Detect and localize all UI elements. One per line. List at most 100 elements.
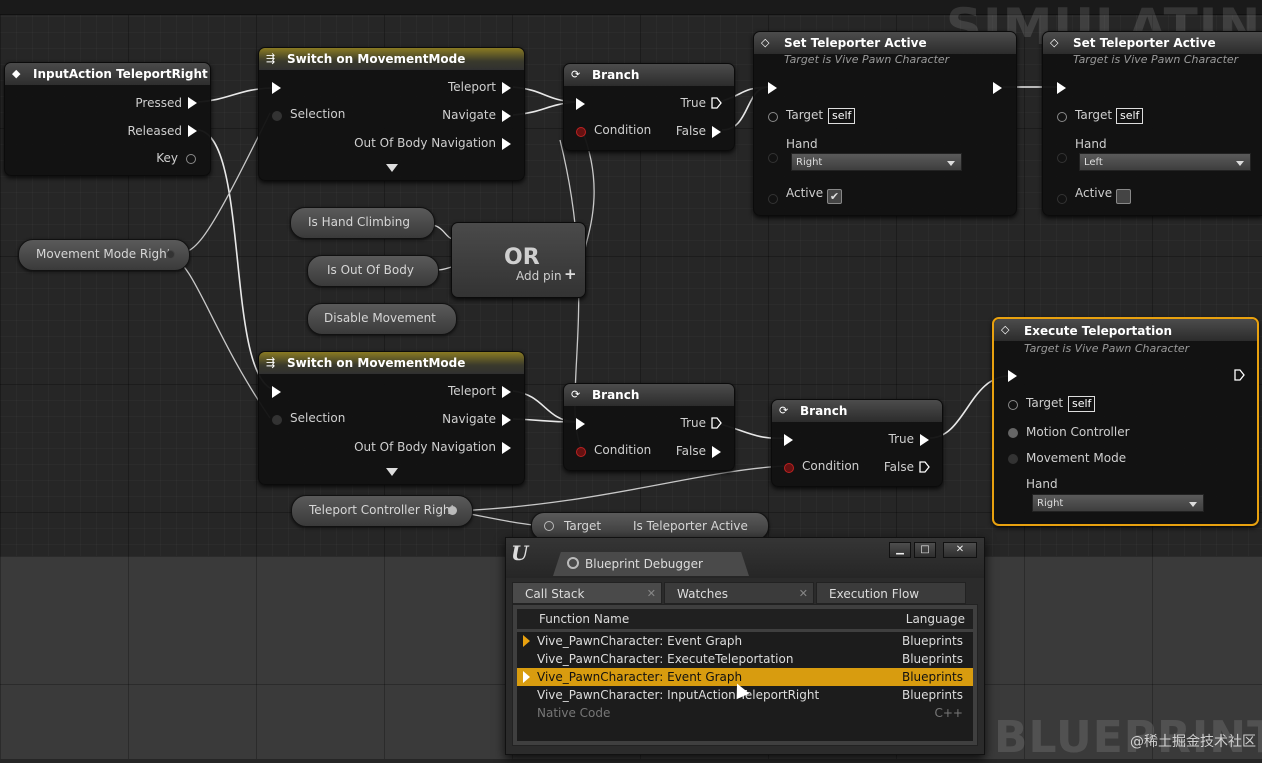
debugger-window-tab[interactable]: Blueprint Debugger bbox=[553, 552, 749, 576]
true-pin-label: True bbox=[680, 96, 707, 110]
top-toolbar-strip bbox=[0, 0, 1262, 15]
function-name-cell: Native Code bbox=[537, 706, 611, 720]
tab-call-stack[interactable]: Call Stack ✕ bbox=[512, 582, 662, 604]
language-cell: Blueprints bbox=[901, 670, 963, 684]
true-exec-pin[interactable] bbox=[711, 417, 722, 429]
branch-node-middle[interactable]: ⟳ Branch True Condition False bbox=[563, 383, 735, 471]
exec-in-pin[interactable] bbox=[272, 386, 281, 398]
node-title: Branch bbox=[800, 404, 848, 418]
teleport-exec-pin[interactable] bbox=[502, 386, 511, 398]
false-pin-label: False bbox=[883, 460, 914, 474]
false-exec-pin[interactable] bbox=[919, 461, 930, 473]
self-value: self bbox=[828, 108, 856, 124]
true-exec-pin[interactable] bbox=[920, 434, 929, 446]
exec-in-pin[interactable] bbox=[768, 82, 777, 94]
condition-pin[interactable] bbox=[576, 127, 586, 137]
or-node[interactable]: OR Add pin + bbox=[451, 222, 586, 298]
branch-node-top[interactable]: ⟳ Branch True Condition False bbox=[563, 63, 735, 151]
column-function-name[interactable]: Function Name bbox=[539, 612, 629, 626]
close-icon[interactable]: ✕ bbox=[647, 583, 656, 605]
navigate-exec-pin[interactable] bbox=[502, 110, 511, 122]
movement-mode-pin[interactable] bbox=[1008, 454, 1018, 464]
switch-movement-mode-node-bottom[interactable]: ⇶ Switch on MovementMode Teleport Select… bbox=[258, 351, 525, 485]
active-label: Active bbox=[1075, 186, 1113, 200]
function-name-cell: Vive_PawnCharacter: Event Graph bbox=[537, 670, 743, 684]
expand-arrow-icon[interactable] bbox=[386, 468, 398, 476]
exec-in-pin[interactable] bbox=[576, 418, 585, 430]
hand-dropdown[interactable]: Right bbox=[1032, 494, 1204, 512]
target-pin-label: Target bbox=[1026, 396, 1064, 410]
selection-pin[interactable] bbox=[272, 415, 282, 425]
switch-movement-mode-node-top[interactable]: ⇶ Switch on MovementMode Teleport Select… bbox=[258, 47, 525, 181]
active-pin[interactable] bbox=[768, 194, 778, 204]
hand-pin[interactable] bbox=[1057, 153, 1067, 163]
close-icon[interactable]: ✕ bbox=[799, 583, 808, 605]
blueprint-debugger-window[interactable]: U Blueprint Debugger ▁ □ ✕ Call Stack ✕ … bbox=[505, 537, 985, 755]
false-exec-pin[interactable] bbox=[712, 446, 721, 458]
set-teleporter-active-node-left[interactable]: ◇ Set Teleporter Active Target is Vive P… bbox=[1042, 31, 1262, 216]
exec-in-pin[interactable] bbox=[1008, 370, 1017, 382]
active-checkbox-checked[interactable]: ✔ bbox=[827, 189, 842, 204]
exec-in-pin[interactable] bbox=[1057, 82, 1066, 94]
condition-pin[interactable] bbox=[576, 447, 586, 457]
condition-pin[interactable] bbox=[784, 463, 794, 473]
exec-in-pin[interactable] bbox=[784, 434, 793, 446]
table-row[interactable]: Vive_PawnCharacter: Event Graph Blueprin… bbox=[517, 632, 973, 650]
is-out-of-body-variable[interactable]: Is Out Of Body bbox=[307, 255, 439, 287]
target-pin[interactable] bbox=[1057, 112, 1067, 122]
key-pin[interactable] bbox=[186, 154, 196, 164]
node-title: Switch on MovementMode bbox=[287, 52, 466, 66]
exec-in-pin[interactable] bbox=[576, 98, 585, 110]
maximize-button[interactable]: □ bbox=[914, 542, 936, 558]
table-row[interactable]: Native Code C++ bbox=[517, 704, 973, 722]
target-pin[interactable] bbox=[768, 112, 778, 122]
close-button[interactable]: ✕ bbox=[943, 542, 977, 558]
hand-dropdown[interactable]: Left bbox=[1079, 153, 1251, 171]
variable-out-pin[interactable] bbox=[166, 250, 175, 259]
set-teleporter-active-node-right[interactable]: ◇ Set Teleporter Active Target is Vive P… bbox=[753, 31, 1017, 216]
variable-out-pin[interactable] bbox=[448, 506, 457, 515]
teleport-exec-pin[interactable] bbox=[502, 82, 511, 94]
input-action-node[interactable]: ◆ InputAction TeleportRight Pressed Rele… bbox=[4, 62, 211, 176]
target-pin[interactable] bbox=[1008, 400, 1018, 410]
target-pin-label: Target bbox=[786, 108, 824, 122]
add-pin-plus-icon[interactable]: + bbox=[564, 265, 577, 283]
out-of-body-exec-pin[interactable] bbox=[502, 138, 511, 150]
target-pin[interactable] bbox=[544, 521, 554, 531]
exec-in-pin[interactable] bbox=[272, 82, 281, 94]
node-title: Branch bbox=[592, 68, 640, 82]
true-exec-pin[interactable] bbox=[711, 97, 722, 109]
minimize-button[interactable]: ▁ bbox=[889, 542, 911, 558]
motion-controller-pin[interactable] bbox=[1008, 428, 1018, 438]
execute-teleportation-node[interactable]: ◇ Execute Teleportation Target is Vive P… bbox=[992, 317, 1259, 526]
is-teleporter-active-node[interactable]: Target Is Teleporter Active bbox=[531, 512, 769, 540]
tab-label: Call Stack bbox=[525, 587, 585, 601]
branch-node-right[interactable]: ⟳ Branch True Condition False bbox=[771, 399, 943, 487]
pressed-exec-pin[interactable] bbox=[188, 97, 197, 109]
out-of-body-exec-pin[interactable] bbox=[502, 442, 511, 454]
movement-mode-right-variable[interactable]: Movement Mode Right bbox=[18, 239, 190, 271]
exec-out-pin[interactable] bbox=[993, 82, 1002, 94]
disable-movement-variable[interactable]: Disable Movement bbox=[307, 303, 457, 335]
teleport-controller-right-variable[interactable]: Teleport Controller Right bbox=[291, 495, 473, 527]
selection-pin[interactable] bbox=[272, 111, 282, 121]
active-checkbox-unchecked[interactable] bbox=[1116, 189, 1131, 204]
tab-watches[interactable]: Watches ✕ bbox=[664, 582, 814, 604]
column-language[interactable]: Language bbox=[906, 612, 965, 626]
is-hand-climbing-variable[interactable]: Is Hand Climbing bbox=[290, 207, 435, 239]
active-pin[interactable] bbox=[1057, 194, 1067, 204]
hand-dropdown[interactable]: Right bbox=[791, 153, 962, 171]
navigate-exec-pin[interactable] bbox=[502, 414, 511, 426]
table-row[interactable]: Vive_PawnCharacter: ExecuteTeleportation… bbox=[517, 650, 973, 668]
node-title: Set Teleporter Active bbox=[784, 36, 927, 50]
false-exec-pin[interactable] bbox=[712, 126, 721, 138]
function-icon: ◇ bbox=[1001, 323, 1010, 336]
expand-arrow-icon[interactable] bbox=[386, 164, 398, 172]
hand-pin[interactable] bbox=[768, 153, 778, 163]
tab-execution-flow[interactable]: Execution Flow bbox=[816, 582, 966, 604]
dropdown-arrow-icon bbox=[1236, 161, 1244, 166]
released-exec-pin[interactable] bbox=[188, 125, 197, 137]
movement-mode-label: Movement Mode bbox=[1026, 451, 1127, 465]
exec-out-pin[interactable] bbox=[1234, 369, 1245, 381]
credit-watermark: @稀土掘金技术社区 bbox=[1130, 734, 1256, 750]
